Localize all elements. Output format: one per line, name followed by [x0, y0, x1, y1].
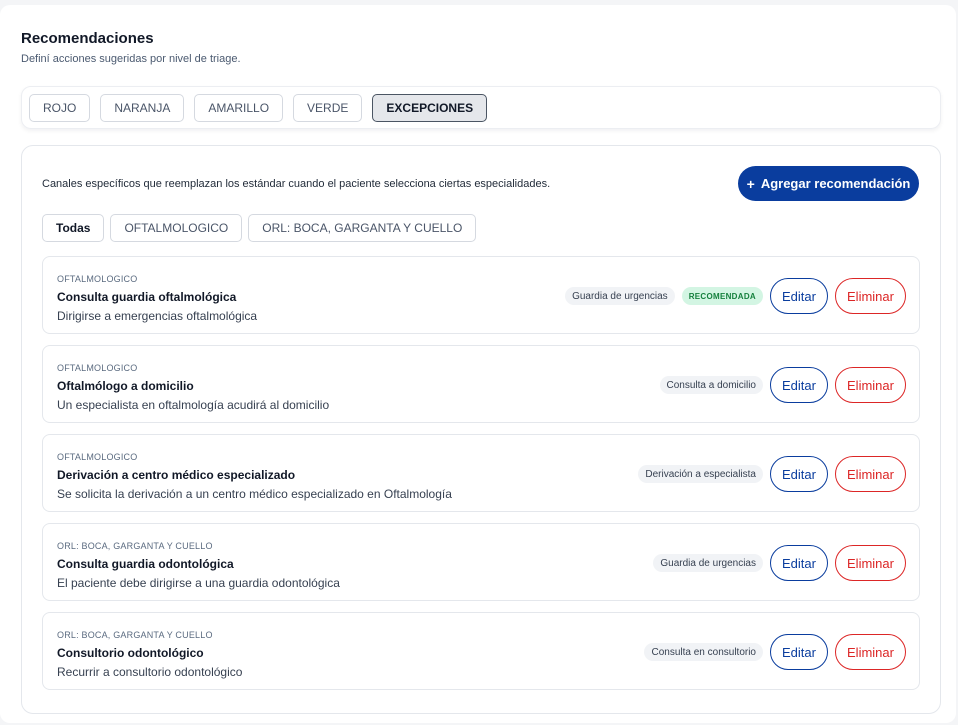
tab-amarillo[interactable]: AMARILLO [194, 93, 284, 122]
exceptions-panel: Canales específicos que reemplazan los e… [21, 145, 941, 714]
channel-badge: Guardia de urgencias [653, 554, 763, 572]
edit-button[interactable]: Editar [770, 545, 828, 581]
triage-level-tabs: ROJO NARANJA AMARILLO VERDE EXCEPCIONES [21, 86, 941, 129]
item-actions: Derivación a especialista Editar Elimina… [638, 456, 906, 492]
add-recommendation-button[interactable]: + Agregar recomendación [738, 166, 919, 201]
item-title: Consultorio odontológico [57, 646, 204, 660]
item-actions: Guardia de urgencias Editar Eliminar [653, 545, 906, 581]
add-recommendation-label: Agregar recomendación [760, 176, 911, 191]
item-description: El paciente debe dirigirse a una guardia… [57, 576, 340, 590]
edit-button[interactable]: Editar [770, 278, 828, 314]
edit-button[interactable]: Editar [770, 367, 828, 403]
edit-button[interactable]: Editar [770, 634, 828, 670]
list-item: OFTALMOLOGICO Consulta guardia oftalmoló… [42, 256, 920, 334]
item-category: OFTALMOLOGICO [57, 452, 138, 462]
channel-badge: Consulta en consultorio [644, 643, 763, 661]
item-description: Un especialista en oftalmología acudirá … [57, 398, 330, 412]
delete-button[interactable]: Eliminar [835, 278, 906, 314]
item-title: Consulta guardia oftalmológica [57, 290, 237, 304]
channel-badge: Derivación a especialista [638, 465, 763, 483]
recommendation-list: OFTALMOLOGICO Consulta guardia oftalmoló… [42, 256, 920, 690]
panel-description: Canales específicos que reemplazan los e… [42, 178, 551, 190]
channel-badge: Consulta a domicilio [659, 376, 763, 394]
channel-badge: Guardia de urgencias [565, 287, 675, 305]
plus-icon: + [746, 175, 755, 192]
filter-oftalmologico[interactable]: OFTALMOLOGICO [110, 214, 243, 242]
tab-excepciones[interactable]: EXCEPCIONES [372, 93, 488, 122]
item-category: ORL: BOCA, GARGANTA Y CUELLO [57, 541, 213, 551]
item-category: OFTALMOLOGICO [57, 363, 138, 373]
item-title: Derivación a centro médico especializado [57, 468, 296, 482]
delete-button[interactable]: Eliminar [835, 545, 906, 581]
list-item: OFTALMOLOGICO Derivación a centro médico… [42, 434, 920, 512]
item-description: Se solicita la derivación a un centro mé… [57, 487, 452, 501]
page-subtitle: Definí acciones sugeridas por nivel de t… [21, 53, 241, 65]
item-actions: Consulta en consultorio Editar Eliminar [644, 634, 906, 670]
list-item: ORL: BOCA, GARGANTA Y CUELLO Consultorio… [42, 612, 920, 690]
list-item: OFTALMOLOGICO Oftalmólogo a domicilio Un… [42, 345, 920, 423]
tab-verde[interactable]: VERDE [293, 93, 363, 122]
item-category: ORL: BOCA, GARGANTA Y CUELLO [57, 630, 213, 640]
item-title: Consulta guardia odontológica [57, 557, 234, 571]
list-item: ORL: BOCA, GARGANTA Y CUELLO Consulta gu… [42, 523, 920, 601]
item-category: OFTALMOLOGICO [57, 274, 138, 284]
item-title: Oftalmólogo a domicilio [57, 379, 194, 393]
delete-button[interactable]: Eliminar [835, 367, 906, 403]
item-description: Recurrir a consultorio odontológico [57, 665, 243, 679]
delete-button[interactable]: Eliminar [835, 456, 906, 492]
filter-todas[interactable]: Todas [42, 214, 105, 242]
specialty-filters: Todas OFTALMOLOGICO ORL: BOCA, GARGANTA … [42, 214, 477, 242]
tab-rojo[interactable]: ROJO [29, 93, 91, 122]
item-actions: Guardia de urgencias RECOMENDADA Editar … [565, 278, 906, 314]
page-title: Recomendaciones [21, 30, 154, 47]
delete-button[interactable]: Eliminar [835, 634, 906, 670]
recommendations-page: Recomendaciones Definí acciones sugerida… [0, 5, 956, 723]
filter-orl[interactable]: ORL: BOCA, GARGANTA Y CUELLO [248, 214, 477, 242]
item-description: Dirigirse a emergencias oftalmológica [57, 309, 258, 323]
tab-naranja[interactable]: NARANJA [100, 93, 185, 122]
edit-button[interactable]: Editar [770, 456, 828, 492]
recommended-badge: RECOMENDADA [681, 287, 763, 305]
item-actions: Consulta a domicilio Editar Eliminar [659, 367, 906, 403]
